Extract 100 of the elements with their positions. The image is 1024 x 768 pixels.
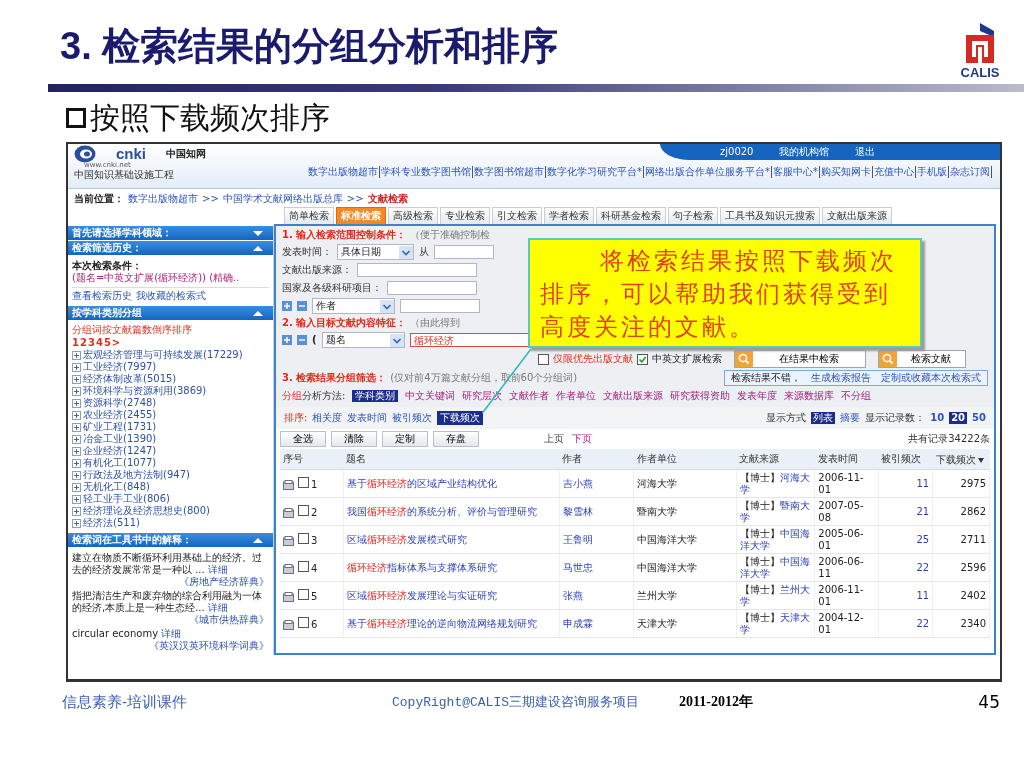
page-link[interactable]: 2 (79, 337, 87, 349)
sort-option[interactable]: 下载频次 (437, 411, 484, 425)
detail-link[interactable]: 详细 (207, 602, 228, 613)
breadcrumb-link[interactable]: 中国学术文献网络出版总库 (222, 193, 343, 205)
record-count-option[interactable]: 50 (972, 412, 986, 424)
category-link[interactable]: 冶金工业(1390) (83, 433, 157, 445)
tab[interactable]: 引文检索 (492, 207, 542, 224)
nav-link[interactable]: 数字化学习研究平台* (546, 166, 644, 178)
record-count-option[interactable]: 10 (930, 412, 945, 424)
category-link[interactable]: 轻工业手工业(806) (83, 493, 170, 505)
category-link[interactable]: 企业经济(1247) (83, 445, 157, 457)
user-link[interactable]: zj0020 (720, 146, 754, 158)
title-link[interactable]: 基于循环经济理论的逆向物流网络规划研究 (343, 609, 560, 638)
title-link[interactable]: 基于循环经济的区域产业结构优化 (343, 469, 560, 498)
category-link[interactable]: 有机化工(1077) (83, 457, 157, 469)
grouping-option[interactable]: 不分组 (841, 390, 872, 402)
category-link[interactable]: 经济法(511) (83, 517, 140, 529)
checkbox[interactable] (298, 616, 309, 628)
input-field[interactable] (357, 263, 477, 277)
column-header[interactable]: 作者 (559, 449, 634, 470)
tab[interactable]: 工具书及知识元搜索 (720, 207, 820, 224)
detail-link[interactable]: 详细 (161, 628, 182, 639)
source-link[interactable]: 【博士】暨南大学 (736, 497, 815, 526)
nav-link[interactable]: 数字出版物超市 (307, 166, 380, 178)
tab[interactable]: 简单检索 (284, 207, 334, 224)
checkbox[interactable] (298, 476, 309, 488)
nav-link[interactable]: 手机版 (916, 166, 949, 178)
column-header[interactable]: 题名 (343, 449, 560, 470)
option-label[interactable]: 中英文扩展检索 (652, 353, 722, 365)
panel-header[interactable]: 首先请选择学科领域： (68, 226, 273, 240)
sort-option[interactable]: 发表时间 (347, 412, 388, 424)
checkbox[interactable] (637, 353, 648, 365)
citation-count-link[interactable]: 11 (878, 469, 933, 498)
category-link[interactable]: 农业经济(2455) (83, 409, 157, 421)
sort-option[interactable]: 被引频次 (392, 412, 433, 424)
citation-count-link[interactable]: 11 (878, 581, 933, 610)
action-button[interactable]: 存盘 (433, 431, 479, 447)
title-link[interactable]: 区域循环经济发展理论与实证研究 (343, 581, 560, 610)
user-link[interactable]: 我的机构馆 (779, 146, 830, 158)
column-header[interactable]: 被引频次 (878, 449, 933, 470)
author-link[interactable]: 吉小燕 (559, 469, 634, 498)
grouping-option[interactable]: 学科类别 (352, 390, 399, 402)
sort-option[interactable]: 相关度 (312, 412, 343, 424)
history-link[interactable]: 查看检索历史 (72, 290, 132, 302)
page-link[interactable]: 3 (87, 337, 95, 349)
tab[interactable]: 文献出版来源 (822, 207, 892, 224)
source-link[interactable]: 【博士】兰州大学 (736, 581, 815, 610)
tab[interactable]: 专业检索 (440, 207, 490, 224)
action-button[interactable]: 清除 (331, 431, 377, 447)
grouping-option[interactable]: 中文关键词 (405, 390, 456, 402)
breadcrumb-link[interactable]: 数字出版物超市 (128, 193, 198, 205)
category-link[interactable]: 资源科学(2748) (83, 397, 157, 409)
grouping-option[interactable]: 来源数据库 (784, 390, 835, 402)
feedback-link[interactable]: 定制或收藏本次检索式 (881, 372, 981, 384)
category-link[interactable]: 工业经济(7997) (83, 361, 157, 373)
search-button[interactable]: 在结果中检索 (734, 350, 866, 368)
grouping-option[interactable]: 研究获得资助 (670, 390, 731, 402)
citation-count-link[interactable]: 25 (878, 525, 933, 554)
title-link[interactable]: 区域循环经济发展模式研究 (343, 525, 560, 554)
title-link[interactable]: 我国循环经济的系统分析、评价与管理研究 (343, 497, 560, 526)
display-mode-option[interactable]: 摘要 (840, 412, 861, 424)
search-button[interactable]: 检索文献 (878, 350, 966, 368)
input-field[interactable] (387, 281, 477, 295)
action-button[interactable]: 定制 (382, 431, 428, 447)
pager-link[interactable]: 下页 (572, 433, 592, 445)
author-link[interactable]: 申成霖 (559, 609, 634, 638)
column-header[interactable]: 作者单位 (633, 449, 737, 470)
panel-header[interactable]: 检索词在工具书中的解释： (68, 533, 273, 547)
nav-link[interactable]: 杂志订阅 (949, 166, 992, 178)
column-header[interactable]: 文献来源 (736, 449, 815, 470)
panel-header[interactable]: 按学科类别分组 (68, 306, 273, 320)
tab[interactable]: 高级检索 (388, 207, 438, 224)
panel-header[interactable]: 检索筛选历史： (68, 241, 273, 255)
citation-count-link[interactable]: 22 (878, 609, 933, 638)
input-field[interactable]: 循环经济 (409, 333, 530, 347)
page-link[interactable]: > (111, 337, 121, 349)
author-link[interactable]: 马世忠 (559, 553, 634, 582)
column-header[interactable]: 下载频次 (932, 449, 990, 470)
nav-link[interactable]: 购买知网卡 (820, 166, 873, 178)
source-link[interactable]: 【博士】河海大学 (736, 469, 815, 498)
select-field[interactable]: 题名 (321, 332, 405, 348)
source-link[interactable]: 【博士】中国海洋大学 (736, 553, 815, 582)
citation-count-link[interactable]: 21 (878, 497, 933, 526)
feedback-link[interactable]: 生成检索报告 (811, 372, 871, 384)
author-link[interactable]: 王鲁明 (559, 525, 634, 554)
page-link[interactable]: 1 (72, 337, 79, 349)
grouping-option[interactable]: 发表年度 (737, 390, 778, 402)
category-link[interactable]: 无机化工(848) (83, 481, 150, 493)
category-link[interactable]: 经济理论及经济思想史(800) (83, 505, 210, 517)
nav-link[interactable]: 数字图书馆超市 (473, 166, 546, 178)
nav-link[interactable]: 客服中心* (772, 166, 820, 178)
citation-count-link[interactable]: 22 (878, 553, 933, 582)
category-link[interactable]: 经济体制改革(5015) (83, 373, 177, 385)
input-field[interactable] (434, 245, 494, 259)
category-link[interactable]: 环境科学与资源利用(3869) (83, 385, 207, 397)
category-link[interactable]: 矿业工程(1731) (83, 421, 157, 433)
sort-order-link[interactable]: 分组词按文献篇数倒序排序 (72, 324, 269, 336)
grouping-option[interactable]: 文献作者 (509, 390, 550, 402)
nav-link[interactable]: 学科专业数字图书馆 (380, 166, 473, 178)
detail-link[interactable]: 详细 (207, 564, 228, 575)
